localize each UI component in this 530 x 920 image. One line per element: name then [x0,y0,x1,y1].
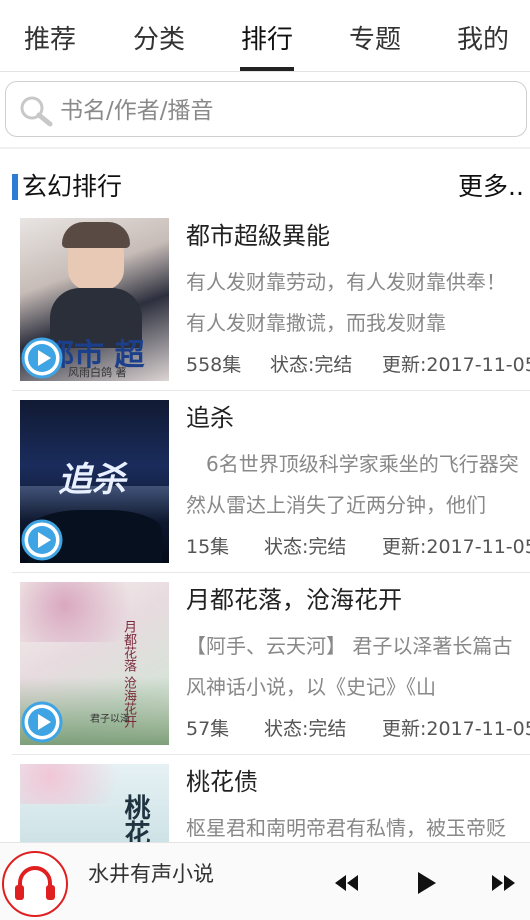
status-text: 状态:完结 [264,536,347,558]
tab-category[interactable]: 分类 [133,20,185,60]
update-date: 更新:2017-11-05 [382,536,530,558]
item-divider [12,572,530,573]
tab-topics[interactable]: 专题 [349,20,401,60]
more-link[interactable]: 更多.. [458,170,524,204]
cover-title-art: 桃花 [120,794,150,842]
book-description: 有人发财靠劳动，有人发财靠供奉！ 有人发财靠撒谎，而我发财靠 [186,270,506,335]
list-item[interactable]: 月都花落 沧海花开 君子以泽 月都花落，沧海花开 【阿手、云天河】 君子以泽著长… [0,582,530,764]
mini-player: 水井有声小说 [0,842,530,920]
headphones-icon[interactable] [0,849,70,919]
previous-icon[interactable] [332,871,362,895]
cover-author-art: 君子以泽 [90,714,130,725]
book-description: 6名世界顶级科学家乘坐的飞行器突然从雷达上消失了近两分钟，他们 [186,452,519,517]
tab-recommend[interactable]: 推荐 [24,20,76,60]
item-divider [12,754,530,755]
book-title[interactable]: 都市超級異能 [186,218,330,254]
item-divider [12,390,530,391]
play-icon[interactable] [21,701,63,743]
episode-count: 558集 [186,354,242,376]
book-title[interactable]: 月都花落，沧海花开 [186,582,402,618]
list-item[interactable]: 都市 超级异能 风雨白鸽 著 都市超級異能 有人发财靠劳动，有人发财靠供奉！ 有… [0,218,530,400]
status-text: 状态:完结 [264,718,347,740]
cover-hair [62,222,130,248]
tab-ranking[interactable]: 排行 [241,20,293,60]
tab-mine[interactable]: 我的 [457,20,509,60]
book-cover: 桃花 [20,764,169,842]
top-tab-bar: 推荐 分类 排行 专题 我的 [0,0,530,72]
book-title[interactable]: 追杀 [186,400,234,436]
episode-count: 57集 [186,718,230,740]
play-icon[interactable] [21,337,63,379]
player-title: 水井有声小说 [88,862,214,886]
tab-divider [0,71,530,72]
search-box[interactable] [5,81,527,137]
section-title: 玄幻排行 [22,172,123,201]
update-date: 更新:2017-11-05 [382,718,530,740]
next-icon[interactable] [488,871,518,895]
section-divider [0,147,530,149]
search-icon [20,96,53,127]
book-cover: 月都花落 沧海花开 君子以泽 [20,582,169,745]
book-description: 枢星君和南明帝君有私情，被玉帝贬 [186,816,506,840]
search-input[interactable] [58,90,512,132]
play-icon[interactable] [21,519,63,561]
cover-author-art: 风雨白鸽 著 [68,366,127,379]
play-icon[interactable] [412,871,442,895]
book-cover: 追杀 [20,400,169,563]
status-text: 状态:完结 [270,354,353,376]
cover-title-art: 追杀 [58,460,126,500]
list-item[interactable]: 追杀 追杀 6名世界顶级科学家乘坐的飞行器突然从雷达上消失了近两分钟，他们 15… [0,400,530,582]
list-item[interactable]: 桃花 桃花债 枢星君和南明帝君有私情，被玉帝贬 [0,764,530,842]
book-description: 【阿手、云天河】 君子以泽著长篇古风神话小说，以《史记》《山 [186,634,513,699]
section-accent-bar [12,174,18,200]
update-date: 更新:2017-11-05 [382,354,530,376]
book-cover: 都市 超级异能 风雨白鸽 著 [20,218,169,381]
book-title[interactable]: 桃花债 [186,764,258,800]
cover-blossoms [20,582,169,642]
episode-count: 15集 [186,536,230,558]
